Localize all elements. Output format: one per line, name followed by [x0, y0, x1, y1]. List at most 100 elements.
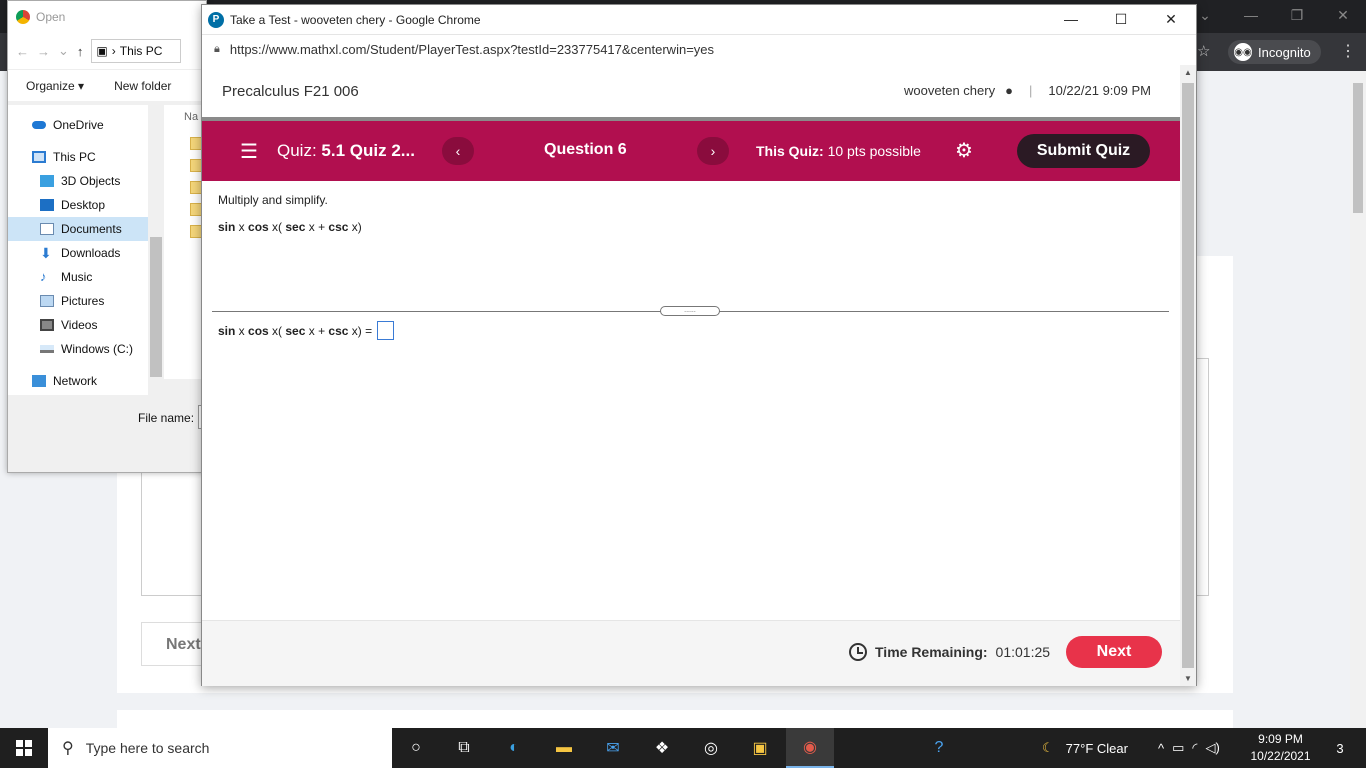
- weather-text: 77°F Clear: [1065, 740, 1128, 756]
- this-quiz-label: This Quiz:: [756, 143, 824, 159]
- up-arrow-icon[interactable]: ↑: [77, 44, 84, 59]
- answer-line: sin x cos x( sec x + csc x) =: [218, 321, 395, 340]
- scroll-up-icon[interactable]: ▲: [1184, 68, 1192, 77]
- scrollbar-thumb[interactable]: [1182, 83, 1194, 668]
- open-file-dialog: Open ← → ⌄ ↑ ▣ › This PC Organize ▾ New …: [7, 0, 208, 473]
- nav-item-documents[interactable]: Documents: [8, 217, 148, 241]
- store-icon[interactable]: ▣: [736, 728, 784, 768]
- hamburger-menu-icon[interactable]: ☰: [240, 139, 258, 164]
- navigation-scrollbar[interactable]: [148, 105, 164, 395]
- desktop-icon: [40, 199, 54, 211]
- submit-quiz-button[interactable]: Submit Quiz: [1017, 134, 1150, 168]
- separator: |: [1028, 83, 1033, 98]
- lock-icon[interactable]: 🔒︎: [214, 43, 220, 56]
- maximize-icon[interactable]: ☐: [1096, 5, 1146, 33]
- dialog-command-bar: Organize ▾ New folder: [8, 69, 206, 101]
- expr-part: x(: [268, 323, 286, 338]
- nav-item-onedrive[interactable]: OneDrive: [8, 113, 148, 137]
- wifi-icon[interactable]: ◜: [1192, 740, 1197, 756]
- chrome-icon[interactable]: ◉: [786, 728, 834, 768]
- help-icon[interactable]: ?: [915, 728, 963, 768]
- forward-arrow-icon[interactable]: →: [37, 44, 50, 59]
- background-scrollbar[interactable]: [1350, 71, 1366, 728]
- windows-logo-icon: [16, 740, 32, 756]
- app-icon[interactable]: ◎: [687, 728, 735, 768]
- chevron-down-icon[interactable]: ⌄: [58, 43, 69, 59]
- expr-cos: cos: [248, 220, 269, 234]
- pearson-logo-icon: P: [208, 11, 224, 28]
- film-icon: [40, 319, 54, 331]
- course-title: Precalculus F21 006: [222, 82, 359, 100]
- restore-icon[interactable]: ❐: [1274, 0, 1320, 30]
- scrollbar-thumb[interactable]: [150, 237, 162, 377]
- nav-item-windows-c[interactable]: Windows (C:): [8, 337, 148, 361]
- back-arrow-icon[interactable]: ←: [16, 44, 29, 59]
- user-info: wooveten chery ● | 10/22/21 9:09 PM: [904, 83, 1151, 98]
- nav-item-label: Documents: [61, 222, 122, 236]
- expr-part: x +: [305, 220, 329, 234]
- date-time: 10/22/21 9:09 PM: [1048, 83, 1151, 98]
- chevron-right-icon: ›: [111, 44, 116, 58]
- nav-item-label: OneDrive: [53, 118, 104, 132]
- file-explorer-icon[interactable]: ▬: [540, 728, 588, 768]
- nav-item-3d-objects[interactable]: 3D Objects: [8, 169, 148, 193]
- notification-button[interactable]: 3: [1318, 728, 1362, 768]
- nav-item-music[interactable]: ♪ Music: [8, 265, 148, 289]
- expr-sin: sin: [218, 323, 236, 338]
- start-button[interactable]: [0, 728, 48, 768]
- incognito-badge[interactable]: ◉◉ Incognito: [1228, 40, 1321, 64]
- scroll-down-icon[interactable]: ▼: [1184, 674, 1192, 683]
- answer-input[interactable]: [377, 321, 395, 340]
- task-view-icon[interactable]: ⧉: [440, 728, 488, 768]
- cortana-icon[interactable]: ○: [392, 728, 440, 768]
- quiz-title[interactable]: Quiz: 5.1 Quiz 2...: [277, 141, 415, 161]
- user-icon: ●: [1005, 83, 1013, 98]
- address-box[interactable]: ▣ › This PC: [91, 39, 182, 63]
- expr-sec: sec: [285, 220, 306, 234]
- volume-icon[interactable]: ◁): [1205, 740, 1219, 756]
- nav-item-network[interactable]: Network: [8, 369, 148, 393]
- taskbar-search[interactable]: ⚲ Type here to search: [48, 728, 392, 768]
- network-icon: [32, 375, 46, 387]
- scrollbar-thumb[interactable]: [1353, 83, 1363, 213]
- time-remaining: Time Remaining: 01:01:25: [849, 643, 1050, 661]
- bookmark-star-icon[interactable]: ☆: [1197, 42, 1210, 60]
- test-footer: Time Remaining: 01:01:25 Next: [202, 620, 1181, 686]
- kebab-menu-icon[interactable]: ⋮: [1340, 41, 1356, 61]
- mail-icon[interactable]: ✉: [589, 728, 637, 768]
- organize-button[interactable]: Organize ▾: [26, 79, 84, 93]
- popup-url-bar[interactable]: 🔒︎ https://www.mathxl.com/Student/Player…: [202, 34, 1196, 64]
- divider-handle[interactable]: ......: [660, 306, 720, 316]
- popup-scrollbar[interactable]: ▲ ▼: [1180, 65, 1196, 686]
- expr-part: x): [348, 220, 362, 234]
- nav-item-desktop[interactable]: Desktop: [8, 193, 148, 217]
- next-button[interactable]: Next: [1066, 636, 1162, 668]
- question-area: Multiply and simplify. sin x cos x( sec …: [202, 181, 1181, 234]
- previous-question-button[interactable]: ‹: [442, 137, 474, 165]
- new-folder-button[interactable]: New folder: [114, 79, 171, 93]
- minimize-icon[interactable]: —: [1228, 0, 1274, 30]
- nav-item-this-pc[interactable]: This PC: [8, 145, 148, 169]
- nav-item-pictures[interactable]: Pictures: [8, 289, 148, 313]
- expr-cos: cos: [248, 323, 269, 338]
- close-icon[interactable]: ✕: [1320, 0, 1366, 30]
- dropbox-icon[interactable]: ❖: [638, 728, 686, 768]
- nav-item-downloads[interactable]: ⬇ Downloads: [8, 241, 148, 265]
- close-icon[interactable]: ✕: [1146, 5, 1196, 33]
- battery-icon[interactable]: ▭: [1172, 740, 1184, 756]
- url-text[interactable]: https://www.mathxl.com/Student/PlayerTes…: [230, 42, 714, 57]
- cloud-icon: [32, 121, 46, 129]
- nav-item-videos[interactable]: Videos: [8, 313, 148, 337]
- expr-part: x(: [268, 220, 286, 234]
- weather-widget[interactable]: ☾ 77°F Clear: [1042, 728, 1128, 768]
- download-arrow-icon: ⬇: [40, 245, 52, 261]
- nav-item-label: Videos: [61, 318, 98, 332]
- gear-icon[interactable]: ⚙: [955, 138, 973, 163]
- take-a-test-window: P Take a Test - wooveten chery - Google …: [201, 4, 1197, 686]
- minimize-icon[interactable]: —: [1046, 5, 1096, 33]
- chevron-up-icon[interactable]: ^: [1158, 741, 1164, 756]
- edge-icon[interactable]: ◐: [490, 728, 538, 768]
- pc-icon: ▣: [96, 44, 108, 58]
- taskbar-clock[interactable]: 9:09 PM 10/22/2021: [1243, 731, 1318, 765]
- next-question-button[interactable]: ›: [697, 137, 729, 165]
